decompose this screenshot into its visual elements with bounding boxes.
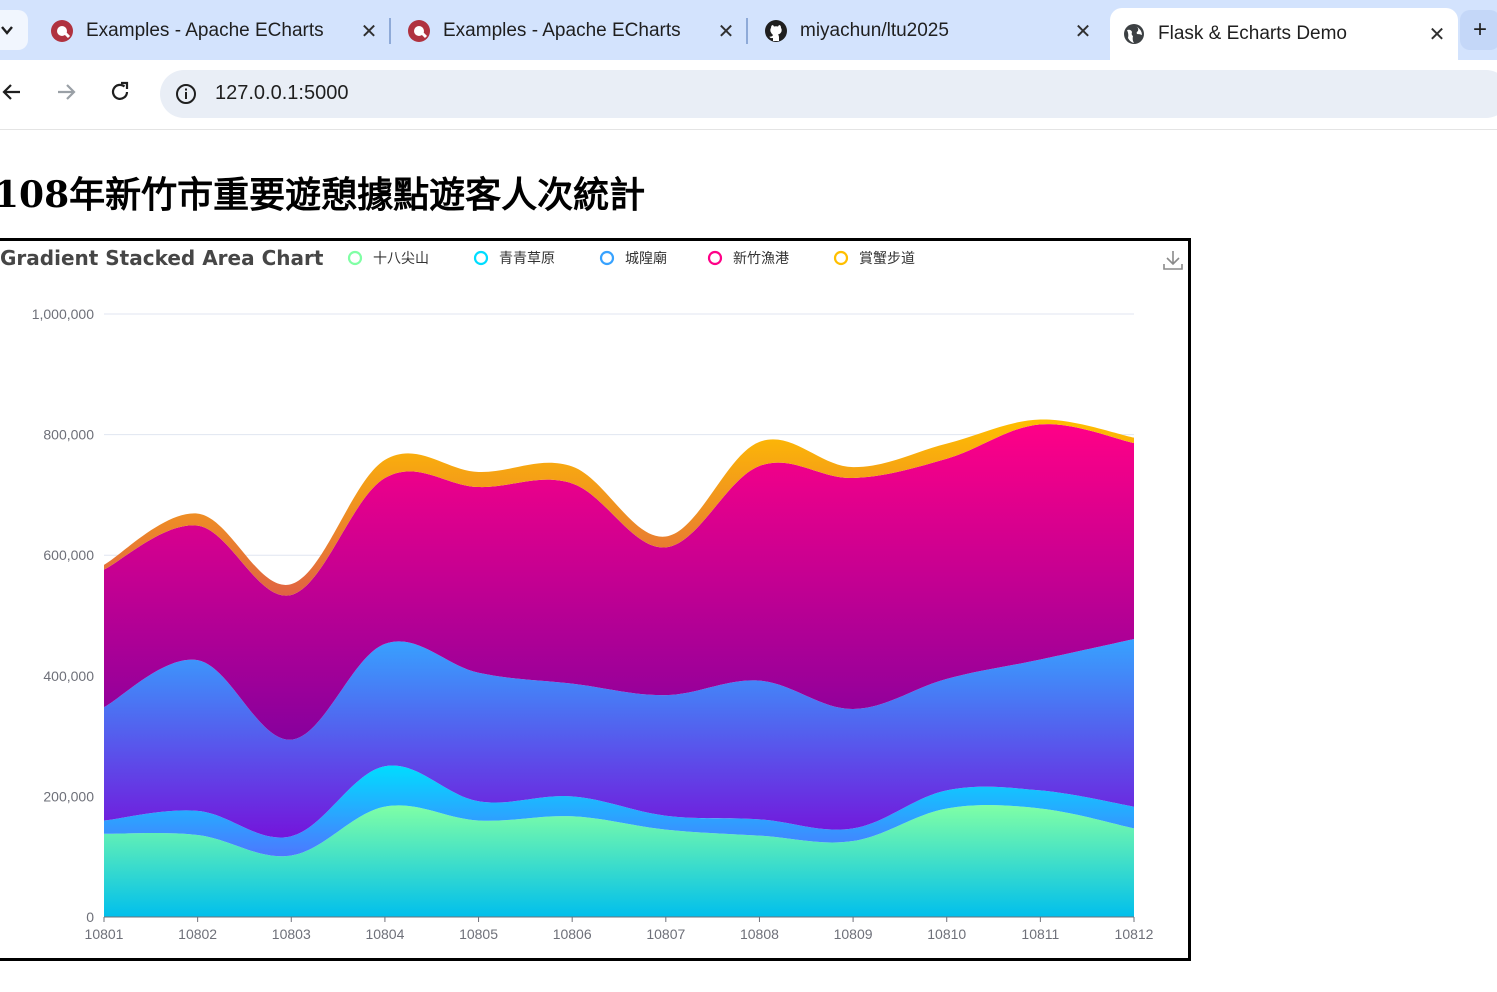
legend-label: 新竹漁港: [733, 251, 789, 267]
legend-item[interactable]: 城隍廟: [599, 250, 667, 267]
x-tick-label: 10801: [85, 926, 124, 942]
x-tick-label: 10804: [365, 926, 404, 942]
legend-item[interactable]: 十八尖山: [347, 250, 429, 267]
x-tick-label: 10810: [927, 926, 966, 942]
x-tick-label: 10805: [459, 926, 498, 942]
x-tick-label: 10802: [178, 926, 217, 942]
tab-title: Flask & Echarts Demo: [1158, 23, 1347, 44]
x-tick-label: 10803: [272, 926, 311, 942]
chevron-down-icon: [1, 26, 13, 35]
y-tick-label: 400,000: [43, 668, 94, 684]
back-button[interactable]: [0, 76, 28, 108]
legend-label: 十八尖山: [373, 251, 429, 267]
info-icon[interactable]: [174, 82, 198, 106]
y-tick-label: 200,000: [43, 788, 94, 804]
legend-label: 青青草原: [499, 251, 555, 267]
y-tick-label: 800,000: [43, 427, 94, 443]
reload-icon: [111, 81, 129, 100]
legend-marker: [473, 250, 489, 266]
download-icon[interactable]: [1162, 249, 1184, 271]
tab-title: Examples - Apache ECharts: [86, 20, 324, 41]
legend-marker: [707, 250, 723, 266]
browser-toolbar: 127.0.0.1:5000: [0, 60, 1497, 130]
tab-strip: Examples - Apache ECharts ✕ Examples - A…: [0, 0, 1497, 60]
legend-marker: [347, 250, 363, 266]
x-tick-label: 10806: [553, 926, 592, 942]
legend-item[interactable]: 青青草原: [473, 250, 555, 267]
echarts-icon: [408, 20, 430, 42]
chart-container: Gradient Stacked Area Chart 十八尖山 青青草原 城隍廟 新…: [0, 238, 1191, 961]
x-tick-label: 10809: [834, 926, 873, 942]
tab-search-button[interactable]: [0, 10, 28, 50]
legend-marker: [599, 250, 615, 266]
legend-label: 賞蟹步道: [859, 251, 915, 267]
echarts-icon: [51, 20, 73, 42]
tab-separator: [746, 18, 748, 44]
x-tick-label: 10807: [646, 926, 685, 942]
plus-icon: +: [1472, 16, 1487, 43]
page-title: 108年新竹市重要遊憩據點遊客人次統計: [0, 174, 646, 216]
y-tick-label: 1,000,000: [32, 306, 94, 322]
legend-item[interactable]: 新竹漁港: [707, 250, 789, 267]
address-bar[interactable]: 127.0.0.1:5000: [160, 70, 1497, 118]
tab-github[interactable]: miyachun/ltu2025 ✕: [764, 8, 1094, 54]
github-icon: [765, 20, 787, 42]
globe-icon: [1124, 24, 1144, 44]
url-text[interactable]: 127.0.0.1:5000: [215, 82, 348, 105]
arrow-right-icon: [58, 84, 76, 100]
x-tick-label: 10808: [740, 926, 779, 942]
chart-legend: 十八尖山 青青草原 城隍廟 新竹漁港 賞蟹步道: [347, 250, 915, 267]
tab-title: miyachun/ltu2025: [800, 20, 949, 41]
tab-title: Examples - Apache ECharts: [443, 20, 681, 41]
chart-areas: [104, 419, 1134, 917]
x-tick-label: 10812: [1115, 926, 1154, 942]
close-icon[interactable]: ✕: [358, 19, 380, 44]
close-icon[interactable]: ✕: [1426, 22, 1448, 47]
y-tick-label: 0: [86, 909, 94, 925]
forward-button[interactable]: [50, 76, 82, 108]
tab-echarts-2[interactable]: Examples - Apache ECharts ✕: [407, 8, 737, 54]
chart-title: Gradient Stacked Area Chart: [0, 246, 324, 270]
y-tick-label: 600,000: [43, 547, 94, 563]
tab-flask-demo[interactable]: Flask & Echarts Demo ✕: [1110, 8, 1458, 60]
tab-separator: [389, 18, 391, 44]
close-icon[interactable]: ✕: [1072, 19, 1094, 44]
reload-button[interactable]: [104, 76, 136, 108]
legend-marker: [833, 250, 849, 266]
new-tab-button[interactable]: +: [1460, 10, 1497, 50]
legend-label: 城隍廟: [625, 250, 667, 267]
arrow-left-icon: [2, 84, 20, 100]
x-tick-label: 10811: [1021, 926, 1059, 942]
legend-item[interactable]: 賞蟹步道: [833, 250, 915, 267]
tab-echarts-1[interactable]: Examples - Apache ECharts ✕: [50, 8, 380, 54]
close-icon[interactable]: ✕: [715, 19, 737, 44]
stacked-area-chart: Gradient Stacked Area Chart 十八尖山 青青草原 城隍廟 新…: [0, 246, 1184, 942]
